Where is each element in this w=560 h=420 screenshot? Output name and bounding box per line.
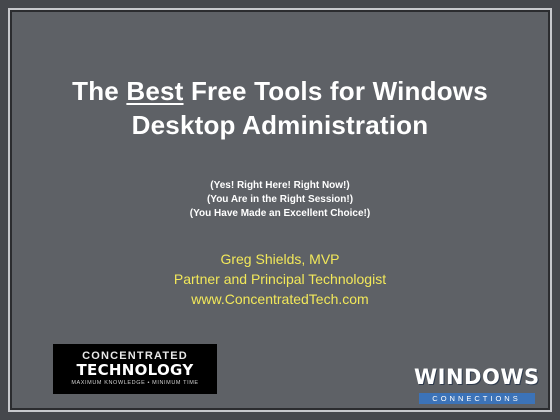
presenter-name: Greg Shields, MVP (220, 251, 340, 267)
subtitle-line-2: (You Are in the Right Session!) (206, 194, 354, 205)
title-line-1-rest: Free Tools for Windows (183, 76, 488, 106)
title-emphasis: Best (126, 76, 184, 106)
ct-logo-line-2: TECHNOLOGY (76, 361, 194, 379)
presentation-slide: The Best Free Tools for Windows Desktop … (0, 0, 560, 420)
title-line-1: The Best Free Tools for Windows (8, 74, 552, 108)
windows-connections-logo: WINDOWS CONNECTIONS (414, 366, 539, 406)
slide-subtitles: (Yes! Right Here! Right Now!) (You Are i… (8, 179, 552, 221)
presenter-website: www.ConcentratedTech.com (191, 291, 369, 307)
presenter-role: Partner and Principal Technologist (173, 271, 387, 287)
title-line-2: Desktop Administration (131, 110, 429, 140)
ct-logo-tagline: MAXIMUM KNOWLEDGE • MINIMUM TIME (71, 380, 199, 386)
slide-title: The Best Free Tools for Windows Desktop … (8, 74, 552, 142)
subtitle-line-3: (You Have Made an Excellent Choice!) (189, 208, 371, 219)
wc-logo-windows: WINDOWS (414, 365, 540, 389)
wc-logo-connections: CONNECTIONS (418, 393, 535, 404)
title-prefix: The (72, 76, 127, 106)
presenter-info: Greg Shields, MVP Partner and Principal … (8, 249, 552, 309)
subtitle-line-1: (Yes! Right Here! Right Now!) (210, 180, 350, 191)
concentrated-technology-logo: CONCENTRATED TECHNOLOGY MAXIMUM KNOWLEDG… (53, 344, 217, 394)
